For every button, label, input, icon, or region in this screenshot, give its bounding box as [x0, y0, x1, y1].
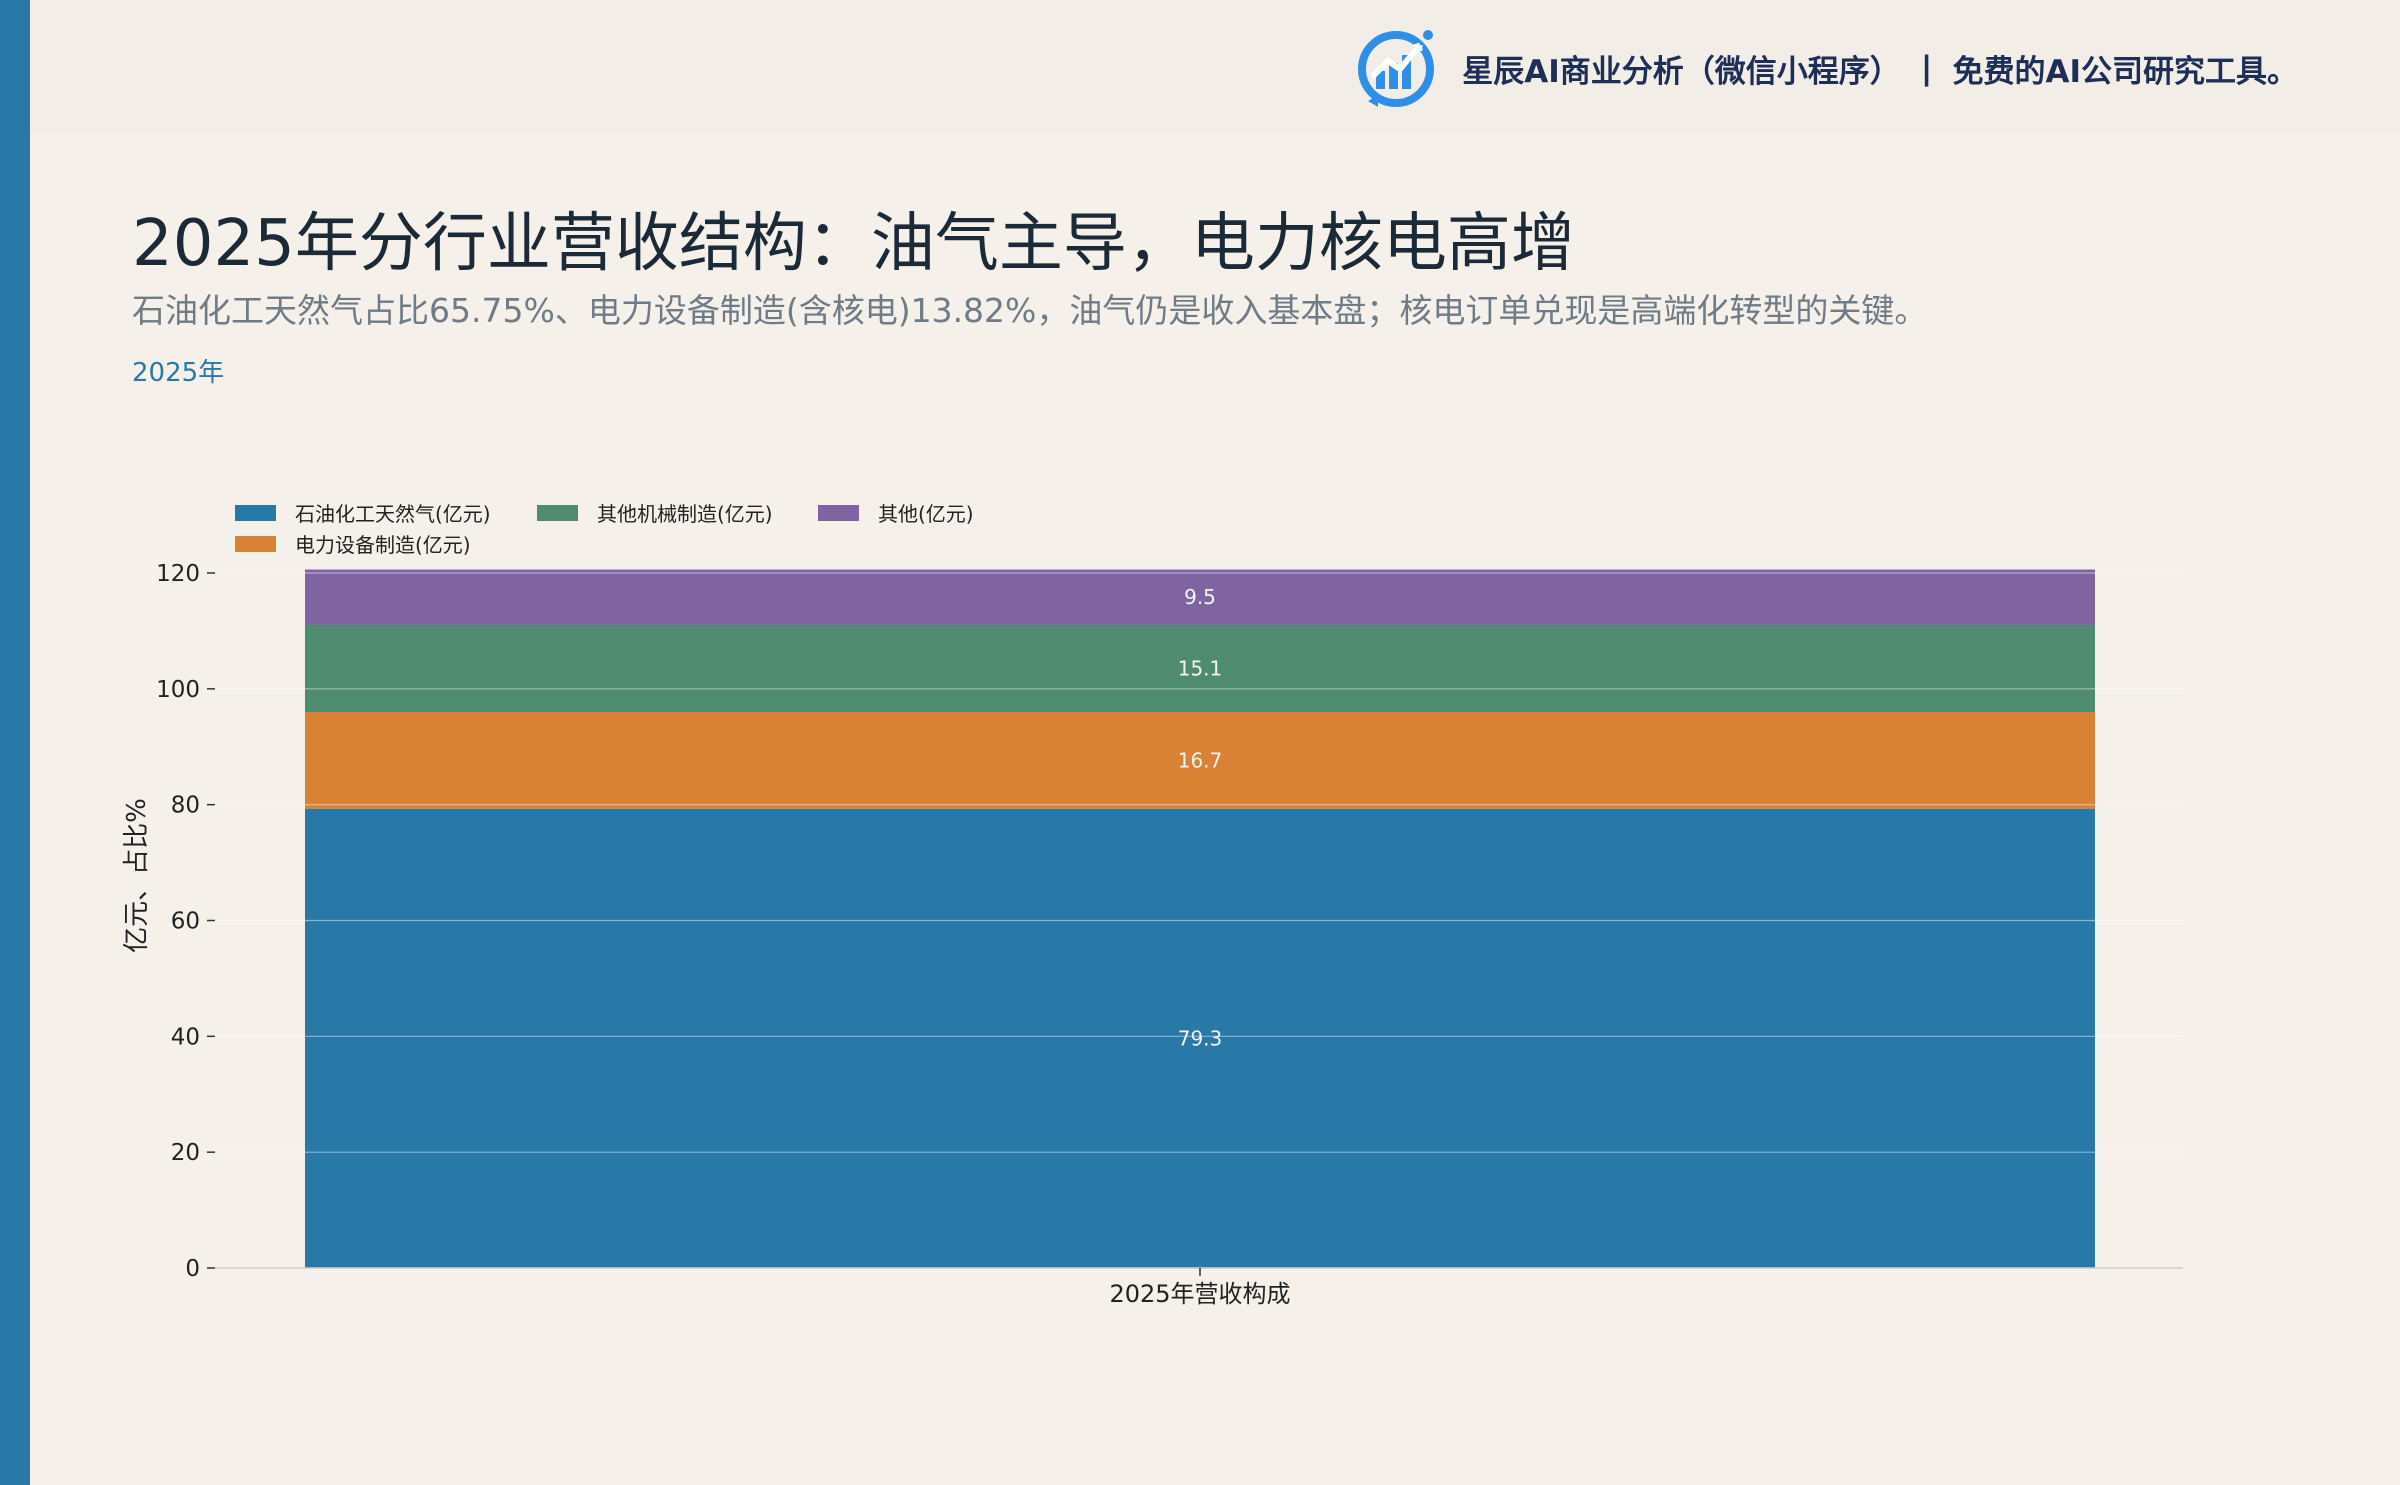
y-tick-label-3: 60	[171, 909, 200, 935]
y-tick-label-0: 0	[185, 1256, 200, 1282]
legend-swatch-2	[235, 536, 276, 552]
legend-label-4: 其他(亿元)	[878, 502, 974, 526]
y-tick-label-6: 120	[156, 561, 200, 587]
y-tick-label-4: 80	[171, 793, 200, 819]
legend-swatch-4	[818, 505, 859, 521]
legend-swatch-3	[537, 505, 578, 521]
legend-label-2: 电力设备制造(亿元)	[295, 533, 471, 557]
x-tick-label: 2025年营收构成	[1109, 1280, 1290, 1308]
legend-label-3: 其他机械制造(亿元)	[597, 502, 773, 526]
y-axis-label: 亿元、占比%	[122, 798, 152, 953]
data-label-4: 9.5	[1184, 585, 1216, 609]
legend-label-1: 石油化工天然气(亿元)	[295, 502, 491, 526]
legend-swatch-1	[235, 505, 276, 521]
y-tick-label-2: 40	[171, 1024, 200, 1050]
stacked-bar-chart: 79.3 16.7 15.1 9.5 0 20 40 60 80 100 120 2025年营收构成 亿…	[122, 502, 2183, 1308]
y-tick-label-5: 100	[156, 677, 200, 703]
data-label-3: 15.1	[1178, 656, 1223, 680]
data-label-2: 16.7	[1178, 748, 1223, 772]
data-label-1: 79.3	[1178, 1026, 1223, 1050]
y-tick-label-1: 20	[171, 1140, 200, 1166]
